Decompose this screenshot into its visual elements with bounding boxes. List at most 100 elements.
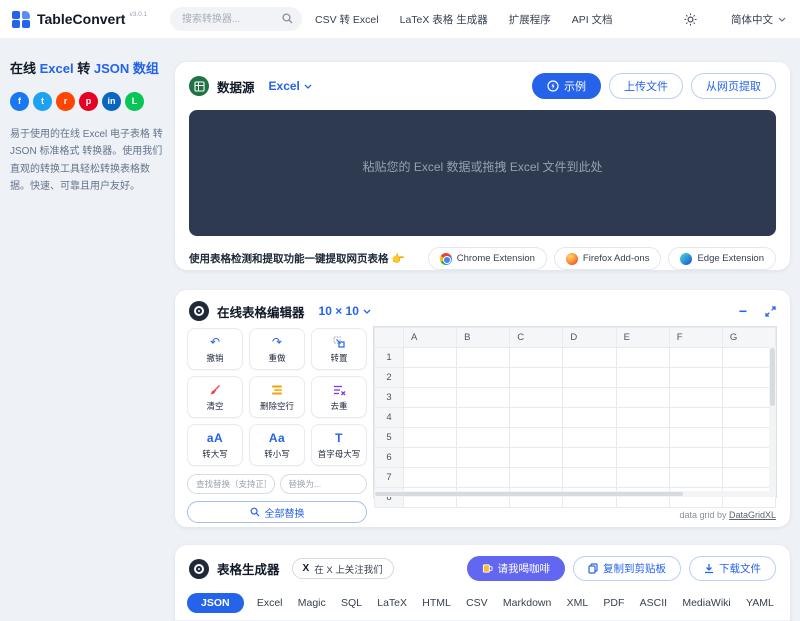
cell-D7[interactable] bbox=[562, 467, 617, 488]
tab-xml[interactable]: XML bbox=[565, 593, 591, 613]
theme-toggle-sun-icon[interactable] bbox=[684, 12, 697, 26]
cell-E1[interactable] bbox=[615, 347, 670, 368]
line-icon[interactable]: L bbox=[125, 91, 144, 111]
replace-input[interactable] bbox=[279, 474, 367, 494]
tab-latex[interactable]: LaTeX bbox=[375, 593, 409, 613]
excel-paste-dropzone[interactable]: 粘贴您的 Excel 数据或拖拽 Excel 文件到此处 bbox=[189, 110, 776, 236]
tab-excel[interactable]: Excel bbox=[255, 593, 285, 613]
cell-E2[interactable] bbox=[615, 367, 670, 388]
grid-size-dropdown[interactable]: 10 × 10 bbox=[319, 304, 371, 318]
cell-F3[interactable] bbox=[668, 387, 723, 408]
twitter-icon[interactable]: t bbox=[33, 91, 52, 111]
cell-B6[interactable] bbox=[456, 447, 511, 468]
nav-item-api-docs[interactable]: API 文档 bbox=[572, 12, 613, 27]
to-lowercase-button[interactable]: Aa 转小写 bbox=[249, 424, 305, 466]
row-header-7[interactable]: 7 bbox=[374, 467, 404, 488]
row-header-2[interactable]: 2 bbox=[374, 367, 404, 388]
cell-C4[interactable] bbox=[509, 407, 564, 428]
tab-sql[interactable]: SQL bbox=[339, 593, 364, 613]
tab-html[interactable]: HTML bbox=[420, 593, 453, 613]
clear-button[interactable]: 清空 bbox=[187, 376, 243, 418]
firefox-addons-button[interactable]: Firefox Add-ons bbox=[553, 247, 662, 270]
cell-B2[interactable] bbox=[456, 367, 511, 388]
cell-F5[interactable] bbox=[668, 427, 723, 448]
column-header-A[interactable]: A bbox=[402, 327, 458, 348]
cell-B4[interactable] bbox=[456, 407, 511, 428]
delete-empty-rows-button[interactable]: 删除空行 bbox=[249, 376, 305, 418]
column-header-C[interactable]: C bbox=[509, 327, 564, 348]
example-button[interactable]: 示例 bbox=[532, 73, 601, 99]
column-header-F[interactable]: F bbox=[668, 327, 723, 348]
chrome-extension-button[interactable]: Chrome Extension bbox=[427, 247, 547, 270]
undo-button[interactable]: ↶ 撤销 bbox=[187, 328, 243, 370]
cell-C5[interactable] bbox=[509, 427, 564, 448]
replace-all-button[interactable]: 全部替换 bbox=[187, 501, 367, 523]
row-header-6[interactable]: 6 bbox=[374, 447, 404, 468]
fullscreen-expand-icon[interactable] bbox=[765, 305, 776, 317]
copy-to-clipboard-button[interactable]: 复制到剪贴板 bbox=[573, 556, 681, 581]
cell-D4[interactable] bbox=[562, 407, 617, 428]
horizontal-scrollbar[interactable] bbox=[374, 491, 769, 497]
reddit-icon[interactable]: r bbox=[56, 91, 75, 111]
cell-E5[interactable] bbox=[615, 427, 670, 448]
row-header-5[interactable]: 5 bbox=[374, 427, 404, 448]
cell-B7[interactable] bbox=[456, 467, 511, 488]
follow-on-x-button[interactable]: X在 X 上关注我们 bbox=[291, 558, 394, 579]
cell-G1[interactable] bbox=[721, 347, 777, 368]
cell-A7[interactable] bbox=[402, 467, 458, 488]
edge-extension-button[interactable]: Edge Extension bbox=[668, 247, 776, 270]
cell-G7[interactable] bbox=[721, 467, 777, 488]
corner-cell[interactable] bbox=[374, 327, 404, 348]
cell-F7[interactable] bbox=[668, 467, 723, 488]
cell-G4[interactable] bbox=[721, 407, 777, 428]
upload-file-button[interactable]: 上传文件 bbox=[609, 73, 683, 99]
row-header-4[interactable]: 4 bbox=[374, 407, 404, 428]
tab-ascii[interactable]: ASCII bbox=[638, 593, 669, 613]
tab-magic[interactable]: Magic bbox=[296, 593, 328, 613]
column-header-D[interactable]: D bbox=[562, 327, 617, 348]
vertical-scrollbar[interactable] bbox=[769, 347, 776, 497]
cell-C1[interactable] bbox=[509, 347, 564, 368]
cell-B5[interactable] bbox=[456, 427, 511, 448]
capitalize-button[interactable]: T 首字母大写 bbox=[311, 424, 367, 466]
cell-A3[interactable] bbox=[402, 387, 458, 408]
cell-A1[interactable] bbox=[402, 347, 458, 368]
facebook-icon[interactable]: f bbox=[10, 91, 29, 111]
nav-item-csv-to-excel[interactable]: CSV 转 Excel bbox=[315, 12, 379, 27]
cell-G6[interactable] bbox=[721, 447, 777, 468]
tab-markdown[interactable]: Markdown bbox=[501, 593, 553, 613]
linkedin-icon[interactable]: in bbox=[102, 91, 121, 111]
language-selector[interactable]: 简体中文 bbox=[731, 12, 786, 27]
cell-D5[interactable] bbox=[562, 427, 617, 448]
row-header-1[interactable]: 1 bbox=[374, 347, 404, 368]
cell-A5[interactable] bbox=[402, 427, 458, 448]
cell-F1[interactable] bbox=[668, 347, 723, 368]
cell-D2[interactable] bbox=[562, 367, 617, 388]
datagridxl-link[interactable]: DataGridXL bbox=[729, 510, 776, 520]
transpose-button[interactable]: 转置 bbox=[311, 328, 367, 370]
collapse-editor-icon[interactable]: − bbox=[739, 304, 747, 318]
cell-F4[interactable] bbox=[668, 407, 723, 428]
row-header-3[interactable]: 3 bbox=[374, 387, 404, 408]
cell-D3[interactable] bbox=[562, 387, 617, 408]
cell-A2[interactable] bbox=[402, 367, 458, 388]
cell-A6[interactable] bbox=[402, 447, 458, 468]
tab-pdf[interactable]: PDF bbox=[601, 593, 626, 613]
cell-D1[interactable] bbox=[562, 347, 617, 368]
to-uppercase-button[interactable]: aA 转大写 bbox=[187, 424, 243, 466]
cell-E3[interactable] bbox=[615, 387, 670, 408]
nav-item-extensions[interactable]: 扩展程序 bbox=[509, 12, 551, 27]
cell-A4[interactable] bbox=[402, 407, 458, 428]
tab-csv[interactable]: CSV bbox=[464, 593, 490, 613]
cell-F2[interactable] bbox=[668, 367, 723, 388]
brand-logo[interactable]: TableConvert v3.0.1 bbox=[12, 10, 147, 29]
tab-mediawiki[interactable]: MediaWiki bbox=[680, 593, 732, 613]
cell-C2[interactable] bbox=[509, 367, 564, 388]
column-header-B[interactable]: B bbox=[456, 327, 511, 348]
buy-me-coffee-button[interactable]: 请我喝咖啡 bbox=[466, 556, 565, 581]
extract-from-web-button[interactable]: 从网页提取 bbox=[691, 73, 776, 99]
redo-button[interactable]: ↷ 重做 bbox=[249, 328, 305, 370]
cell-F6[interactable] bbox=[668, 447, 723, 468]
cell-C6[interactable] bbox=[509, 447, 564, 468]
tab-yaml[interactable]: YAML bbox=[744, 593, 776, 613]
